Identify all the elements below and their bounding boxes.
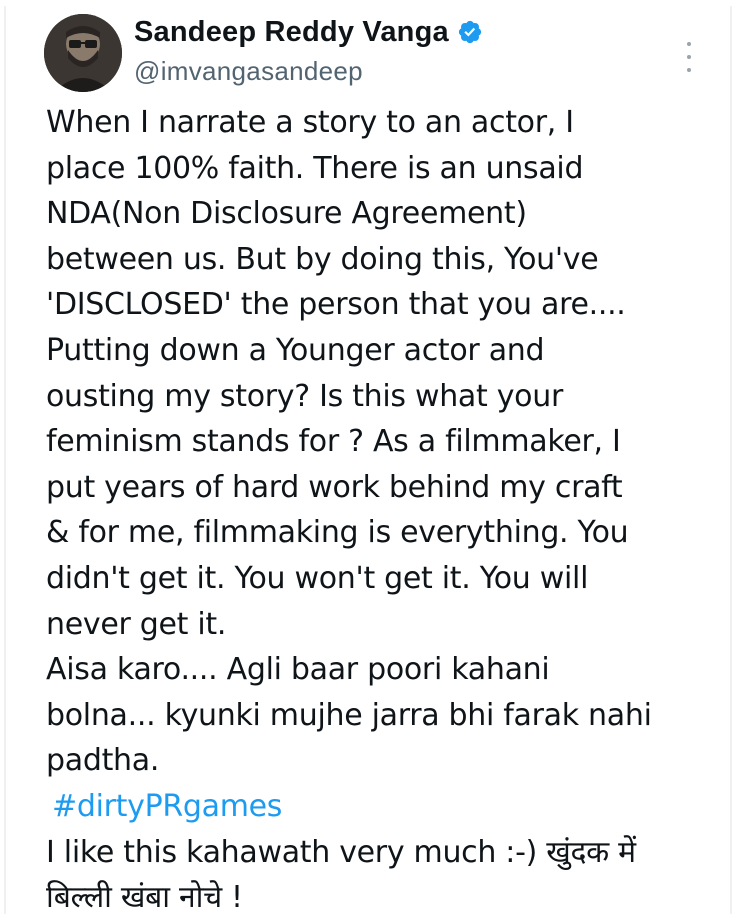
tweet-line: Putting down a Younger actor and: [46, 332, 545, 368]
author-handle[interactable]: @imvangasandeep: [134, 56, 483, 87]
tweet-line: & for me, filmmaking is everything. You: [46, 515, 629, 551]
tweet-line: padtha.: [46, 743, 160, 779]
verified-badge-icon: [457, 19, 483, 45]
tweet-line: never get it.: [46, 606, 227, 642]
tweet-line: didn't get it. You won't get it. You wil…: [46, 560, 589, 596]
tweet-line: NDA(Non Disclosure Agreement): [46, 196, 527, 232]
author-name[interactable]: Sandeep Reddy Vanga: [134, 16, 449, 49]
tweet-line: ousting my story? Is this what your: [46, 378, 563, 414]
tweet-header: Sandeep Reddy Vanga @imvangasandeep: [44, 14, 696, 92]
tweet-line: between us. But by doing this, You've: [46, 241, 599, 277]
author-info: Sandeep Reddy Vanga @imvangasandeep: [134, 14, 483, 87]
tweet-text: When I narrate a story to an actor, I pl…: [46, 100, 706, 921]
avatar-image: [44, 14, 122, 92]
tweet-line: 'DISCLOSED' the person that you are....: [46, 287, 626, 323]
profile-avatar[interactable]: [44, 14, 122, 92]
tweet-line: बिल्ली खंबा नोचे !: [46, 880, 243, 916]
tweet-line: Aisa karo.... Agli baar poori kahani: [46, 652, 550, 688]
tweet-line: I like this kahawath very much :-) खुंदक…: [46, 834, 636, 870]
tweet-line: feminism stands for ? As a filmmaker, I: [46, 424, 621, 460]
tweet-line: bolna... kyunki mujhe jarra bhi farak na…: [46, 697, 652, 733]
tweet-line: place 100% faith. There is an unsaid: [46, 150, 584, 186]
more-options-icon[interactable]: [682, 42, 696, 72]
tweet-line: put years of hard work behind my craft: [46, 469, 623, 505]
tweet-line: When I narrate a story to an actor, I: [46, 105, 574, 140]
hashtag-link[interactable]: #dirtyPRgames: [46, 784, 706, 830]
